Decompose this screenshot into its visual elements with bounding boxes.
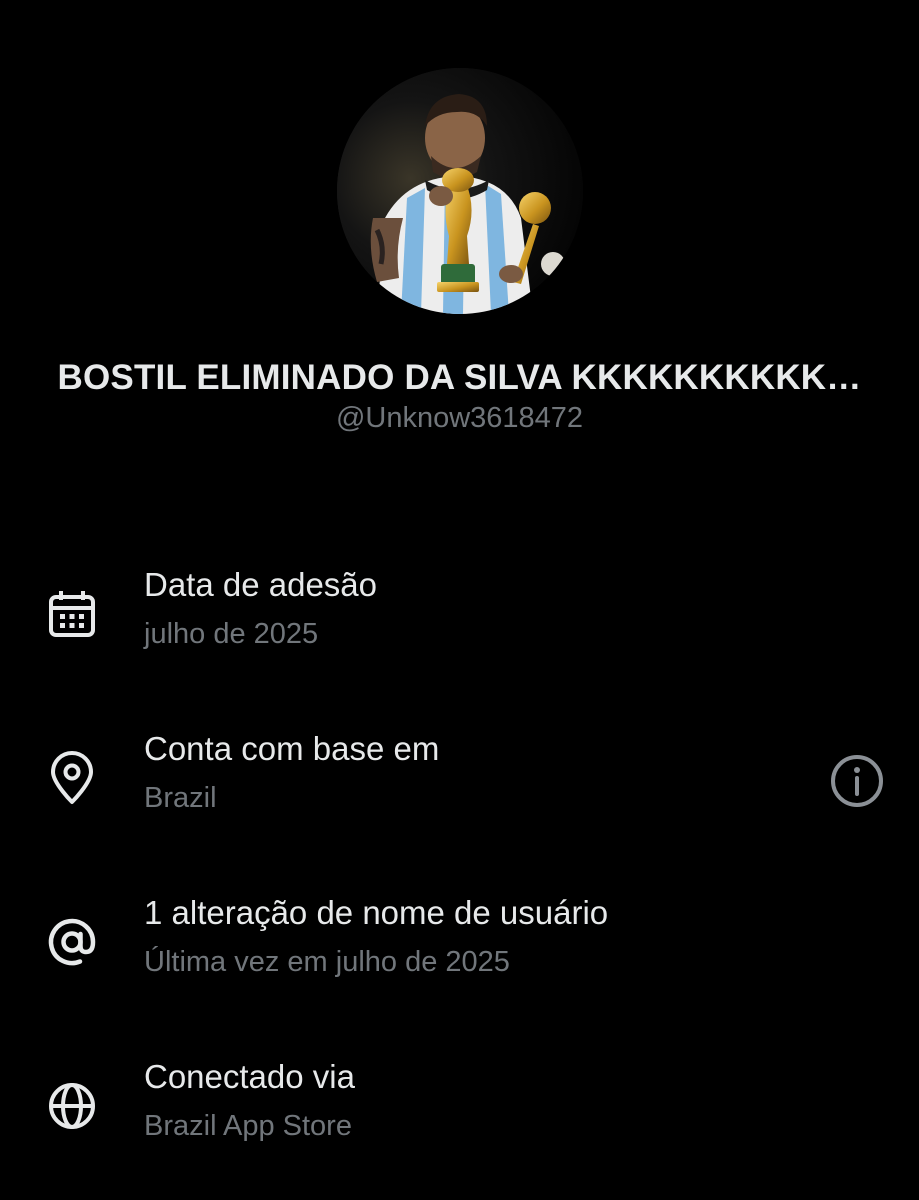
account-based-in-label: Conta com base em [144,730,440,767]
globe-icon [44,1078,100,1134]
join-date-value: julho de 2025 [144,618,319,650]
username-changes-value: Última vez em julho de 2025 [144,946,510,978]
account-based-in-row: Conta com base em Brazil [0,730,919,850]
connected-via-row: Conectado via Brazil App Store [0,1058,919,1178]
username-changes-label: 1 alteração de nome de usuário [144,894,609,931]
username-changes-row: 1 alteração de nome de usuário Última ve… [0,894,919,1014]
join-date-row: Data de adesão julho de 2025 [0,566,919,686]
at-sign-icon [44,914,100,970]
profile-about-page: BOSTIL ELIMINADO DA SILVA KKKKKKKKKK… @U… [0,0,919,1200]
info-icon[interactable] [828,752,886,810]
avatar-photo [337,68,583,314]
calendar-icon [44,586,100,642]
username-handle: @Unknow3618472 [335,402,584,434]
account-based-in-value: Brazil [144,782,217,814]
location-pin-icon [44,750,100,806]
connected-via-value: Brazil App Store [144,1110,352,1142]
profile-avatar[interactable] [337,68,583,314]
display-name: BOSTIL ELIMINADO DA SILVA KKKKKKKKKK… [57,358,862,397]
connected-via-label: Conectado via [144,1058,355,1095]
join-date-label: Data de adesão [144,566,378,603]
